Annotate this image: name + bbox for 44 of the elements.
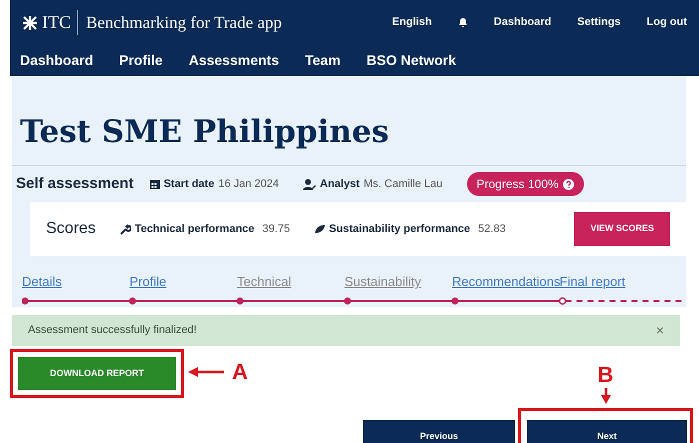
- download-report-button[interactable]: DOWNLOAD REPORT: [18, 357, 176, 390]
- scores-title: Scores: [46, 219, 96, 240]
- alert-message: Assessment successfully finalized!: [28, 323, 197, 338]
- logo-icon: [22, 14, 38, 30]
- progress-badge[interactable]: Progress 100%: [466, 172, 584, 196]
- step-link[interactable]: Details: [22, 274, 62, 290]
- previous-button[interactable]: Previous: [363, 420, 515, 443]
- analyst-label: Analyst: [320, 176, 360, 192]
- technical-score: 39.75: [262, 222, 290, 237]
- header-link[interactable]: English: [392, 14, 432, 31]
- leaf-icon: [314, 224, 325, 234]
- nav-link[interactable]: Assessments: [188, 50, 279, 71]
- arrow-icon: [188, 367, 224, 378]
- arrow-icon: [600, 388, 610, 404]
- help-icon: [562, 178, 574, 190]
- sustainability-score: 52.83: [478, 222, 506, 237]
- brand-name[interactable]: ITC: [42, 9, 71, 36]
- step-link[interactable]: Profile: [130, 274, 166, 290]
- analyst-name: Ms. Camille Lau: [364, 176, 442, 192]
- notification-icon[interactable]: [458, 17, 468, 28]
- annotation-label: B: [598, 364, 614, 386]
- start-date-value: 16 Jan 2024: [218, 176, 279, 192]
- header-link[interactable]: Log out: [646, 14, 687, 31]
- calendar-icon: [150, 179, 160, 190]
- view-scores-button[interactable]: VIEW SCORES: [574, 212, 670, 246]
- annotation-label: A: [232, 361, 248, 384]
- close-button[interactable]: ×: [656, 320, 664, 342]
- wrench-icon: [120, 224, 131, 235]
- start-date-label: Start date: [164, 176, 214, 192]
- nav-link[interactable]: Dashboard: [20, 50, 94, 71]
- sustainability-label: Sustainability performance: [328, 222, 470, 237]
- step-link[interactable]: Final report: [560, 274, 626, 290]
- nav-link[interactable]: BSO Network: [366, 50, 456, 71]
- page-title: Test SME Philippines: [12, 76, 686, 166]
- app-title: Benchmarking for Trade app: [77, 10, 282, 36]
- nav-link[interactable]: Team: [304, 50, 341, 71]
- user-icon: [302, 178, 316, 190]
- nav-link[interactable]: Profile: [119, 50, 163, 71]
- assessment-name: Self assessment: [16, 174, 134, 194]
- next-button[interactable]: Next: [527, 420, 687, 443]
- header-link[interactable]: Dashboard: [494, 14, 552, 31]
- step-link[interactable]: Recommendations: [452, 274, 560, 290]
- technical-label: Technical performance: [134, 222, 254, 237]
- header-link[interactable]: Settings: [577, 14, 621, 31]
